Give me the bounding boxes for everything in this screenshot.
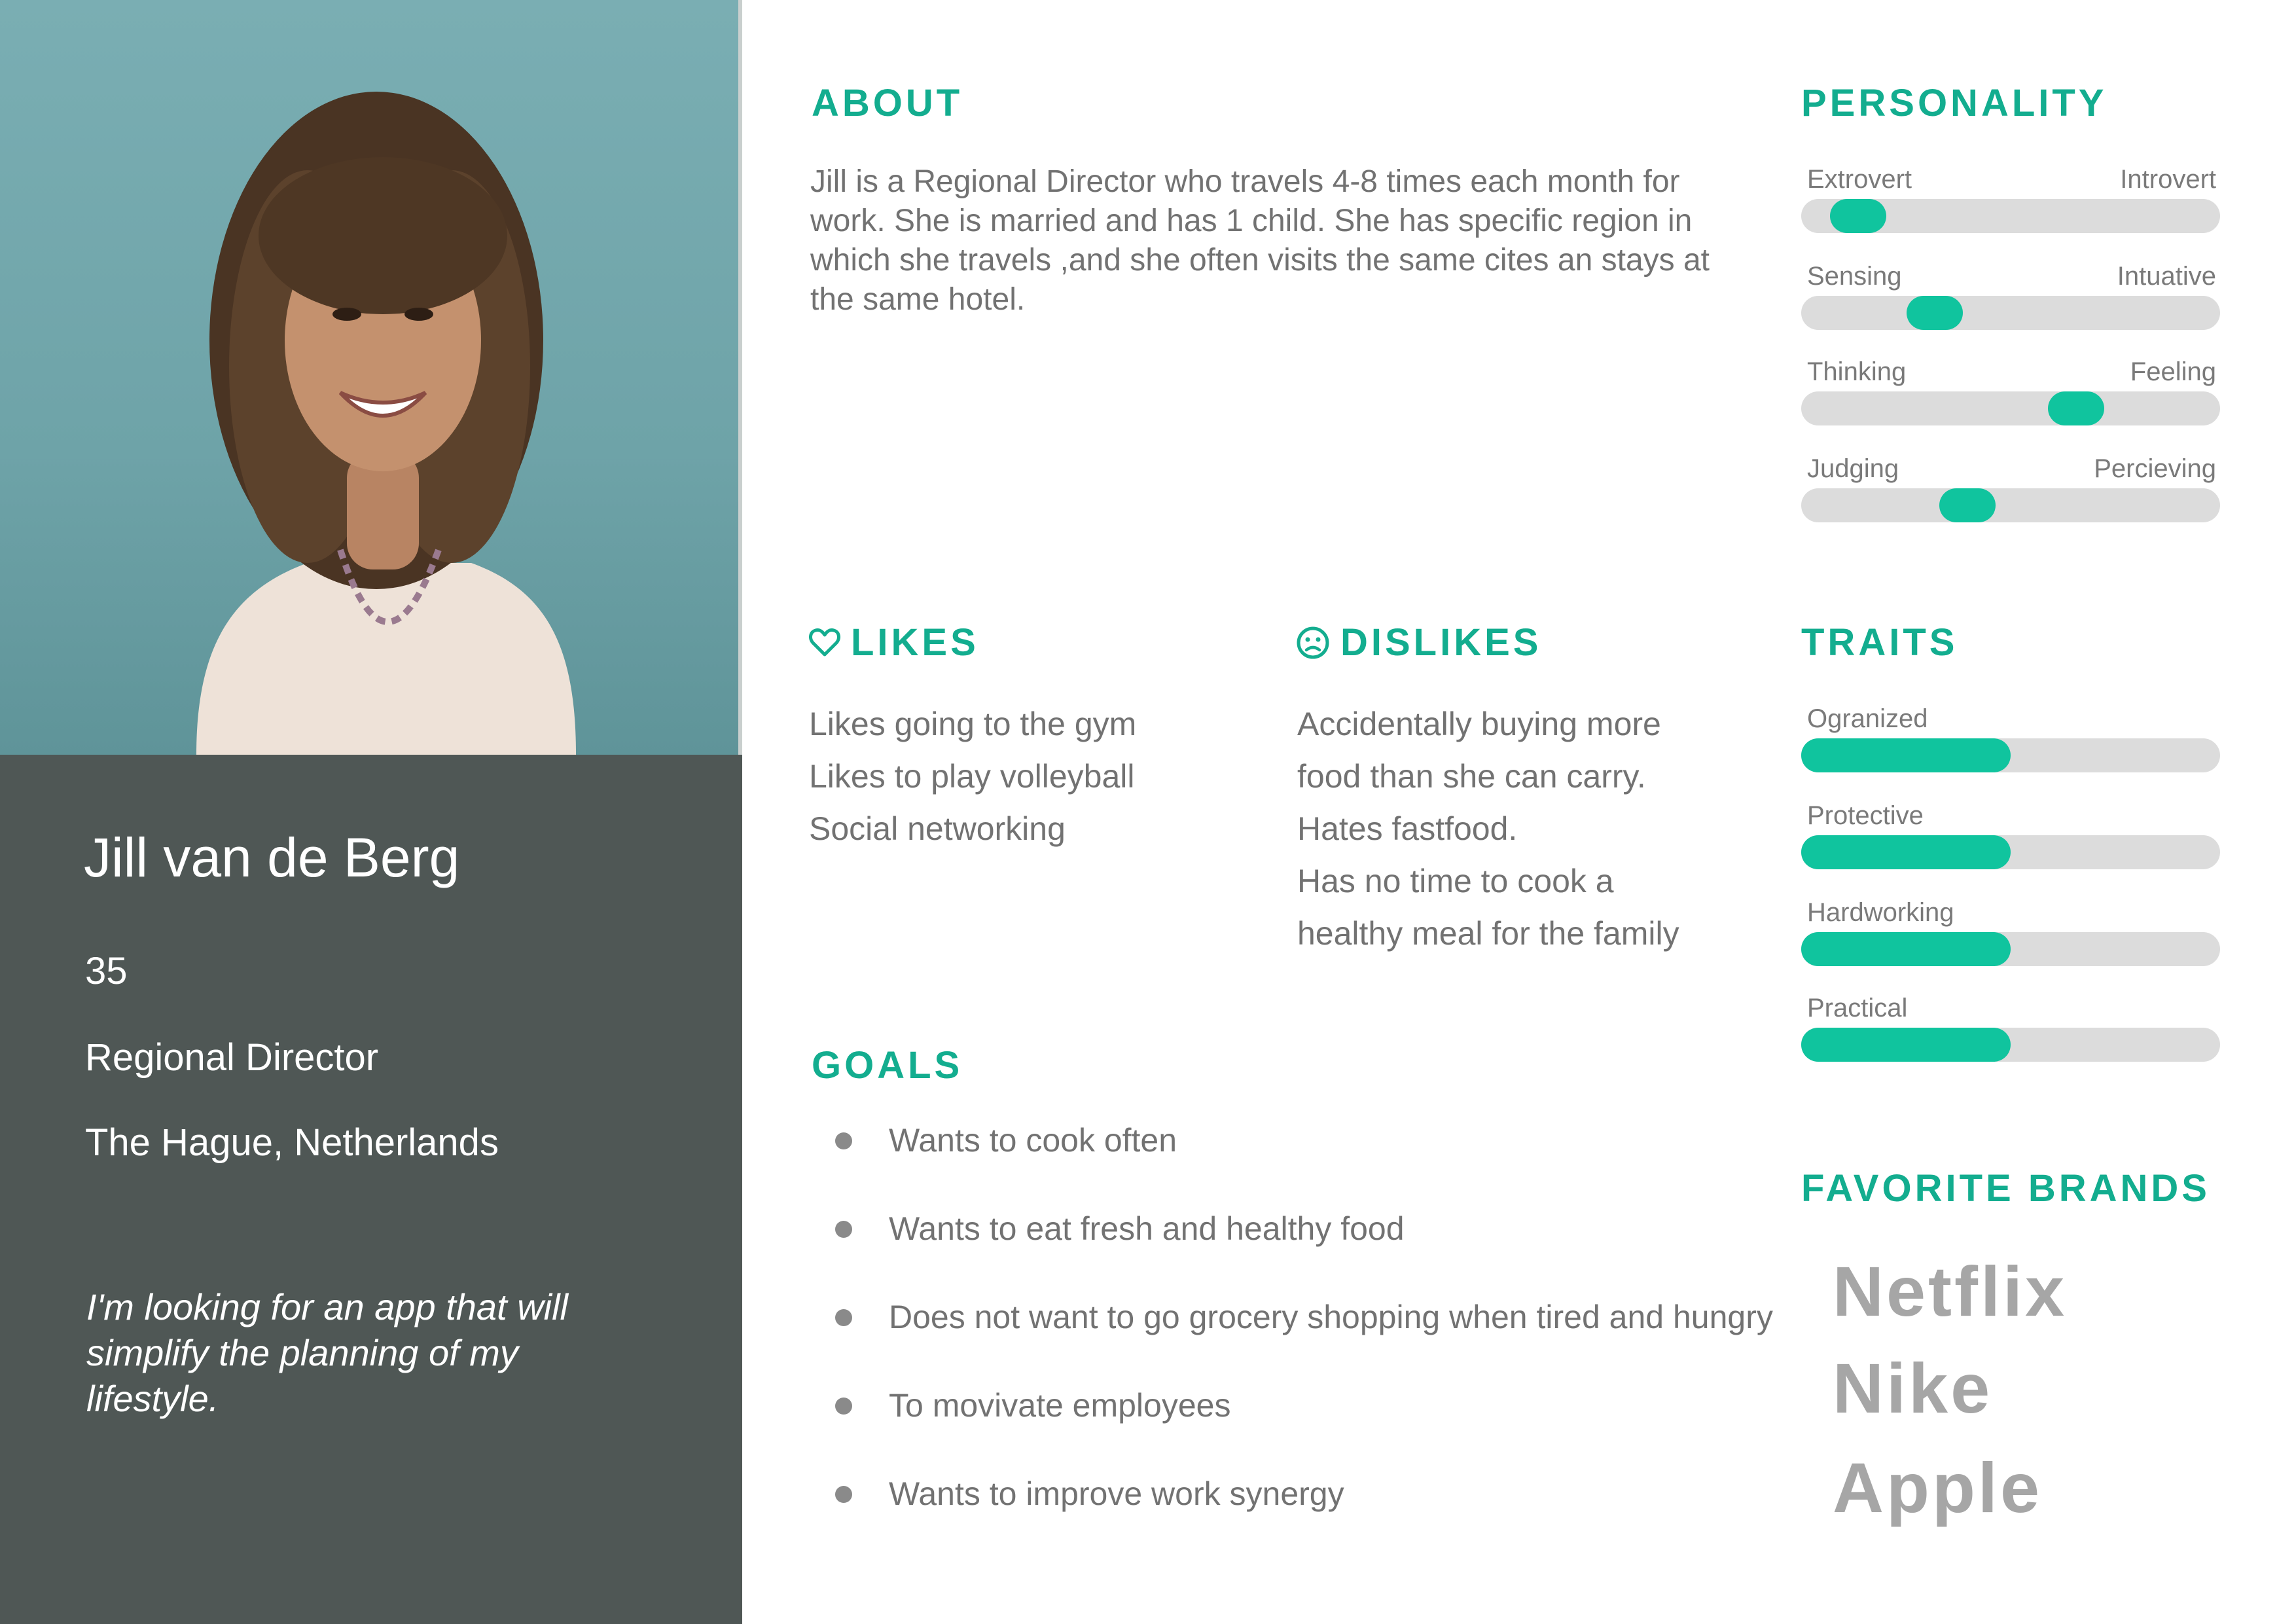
personality-scale-extrovert-introvert: Extrovert Introvert: [1801, 165, 2220, 233]
slider-track: [1801, 488, 2220, 522]
goal-item: Wants to eat fresh and healthy food: [835, 1209, 1773, 1297]
goal-text: Wants to improve work synergy: [889, 1475, 1344, 1512]
person-age: 35: [85, 950, 128, 992]
traits-heading-label: TRAITS: [1801, 621, 1958, 664]
scale-left-label: Judging: [1807, 454, 1899, 483]
goal-item: To movivate employees: [835, 1386, 1773, 1474]
scale-left-label: Extrovert: [1807, 165, 1912, 194]
dislikes-heading-label: DISLIKES: [1340, 621, 1542, 664]
slider-track: [1801, 296, 2220, 330]
trait-fill: [1801, 835, 2011, 869]
bullet-icon: [835, 1132, 852, 1149]
person-name: Jill van de Berg: [84, 827, 460, 888]
goal-item: Does not want to go grocery shopping whe…: [835, 1297, 1773, 1386]
person-quote: I'm looking for an app that will simplif…: [86, 1286, 568, 1419]
trait-fill: [1801, 738, 2011, 772]
brands-heading: FAVORITE BRANDS: [1801, 1166, 2210, 1210]
brands-heading-label: FAVORITE BRANDS: [1801, 1167, 2210, 1210]
likes-heading-label: LIKES: [851, 621, 979, 664]
goal-text: Does not want to go grocery shopping whe…: [889, 1299, 1773, 1335]
list-item: Hates fastfood.: [1297, 810, 1518, 847]
portrait-illustration: [196, 92, 576, 755]
about-heading-label: ABOUT: [812, 82, 963, 124]
slider-knob: [1907, 296, 1963, 330]
goals-heading-label: GOALS: [812, 1044, 963, 1087]
goal-item: Wants to improve work synergy: [835, 1474, 1773, 1562]
list-item: food than she can carry.: [1297, 758, 1646, 795]
scale-left-label: Sensing: [1807, 262, 1902, 291]
list-item: healthy meal for the family: [1297, 915, 1679, 952]
about-heading: ABOUT: [812, 81, 963, 125]
trait-label: Protective: [1807, 801, 1924, 830]
profile-column: Jill van de Berg 35 Regional Director Th…: [0, 0, 742, 1624]
personality-scale-sensing-intuative: Sensing Intuative: [1801, 262, 2220, 330]
trait-organized: Ogranized: [1801, 704, 2220, 772]
profile-photo: [0, 0, 738, 755]
photo-divider: [738, 0, 742, 755]
slider-knob: [1939, 488, 1996, 522]
brand-nike: Nike: [1833, 1348, 1993, 1428]
scale-right-label: Intuative: [2117, 262, 2216, 291]
goals-list: Wants to cook often Wants to eat fresh a…: [835, 1121, 1773, 1562]
scale-right-label: Introvert: [2120, 165, 2216, 194]
goal-text: To movivate employees: [889, 1387, 1231, 1424]
list-item: Accidentally buying more: [1297, 706, 1661, 742]
list-item: Has no time to cook a: [1297, 863, 1614, 899]
personality-scale-judging-percieving: Judging Percieving: [1801, 454, 2220, 522]
slider-knob: [2048, 391, 2104, 425]
trait-fill: [1801, 932, 2011, 966]
trait-practical: Practical: [1801, 994, 2220, 1062]
brand-netflix: Netflix: [1833, 1252, 2068, 1331]
goal-item: Wants to cook often: [835, 1121, 1773, 1209]
personality-scale-thinking-feeling: Thinking Feeling: [1801, 357, 2220, 425]
trait-protective: Protective: [1801, 801, 2220, 869]
list-item: Likes going to the gym: [809, 706, 1137, 742]
sad-face-icon: [1297, 626, 1329, 659]
about-text: Jill is a Regional Director who travels …: [810, 164, 1710, 317]
goal-text: Wants to eat fresh and healthy food: [889, 1210, 1405, 1247]
dislikes-heading: DISLIKES: [1296, 621, 1542, 664]
scale-left-label: Thinking: [1807, 357, 1907, 386]
heart-icon: [809, 628, 840, 656]
scale-right-label: Feeling: [2130, 357, 2216, 386]
person-location: The Hague, Netherlands: [85, 1121, 499, 1164]
traits-heading: TRAITS: [1801, 621, 1958, 664]
personality-heading-label: PERSONALITY: [1801, 82, 2108, 124]
likes-heading: LIKES: [809, 621, 979, 664]
trait-label: Ogranized: [1807, 704, 1928, 733]
list-item: Social networking: [809, 810, 1066, 847]
bullet-icon: [835, 1221, 852, 1238]
person-occupation: Regional Director: [85, 1036, 379, 1079]
personality-heading: PERSONALITY: [1801, 81, 2108, 125]
trait-label: Hardworking: [1807, 898, 1954, 927]
likes-list: Likes going to the gym Likes to play vol…: [809, 698, 1136, 855]
trait-hardworking: Hardworking: [1801, 898, 2220, 966]
trait-fill: [1801, 1028, 2011, 1062]
bullet-icon: [835, 1398, 852, 1415]
trait-label: Practical: [1807, 994, 1908, 1022]
bullet-icon: [835, 1309, 852, 1326]
brand-apple: Apple: [1833, 1448, 2043, 1527]
dislikes-list: Accidentally buying more food than she c…: [1297, 698, 1679, 960]
slider-knob: [1830, 199, 1886, 233]
list-item: Likes to play volleyball: [809, 758, 1135, 795]
goal-text: Wants to cook often: [889, 1122, 1177, 1159]
scale-right-label: Percieving: [2094, 454, 2216, 483]
bullet-icon: [835, 1486, 852, 1503]
slider-track: [1801, 391, 2220, 425]
goals-heading: GOALS: [812, 1043, 963, 1087]
